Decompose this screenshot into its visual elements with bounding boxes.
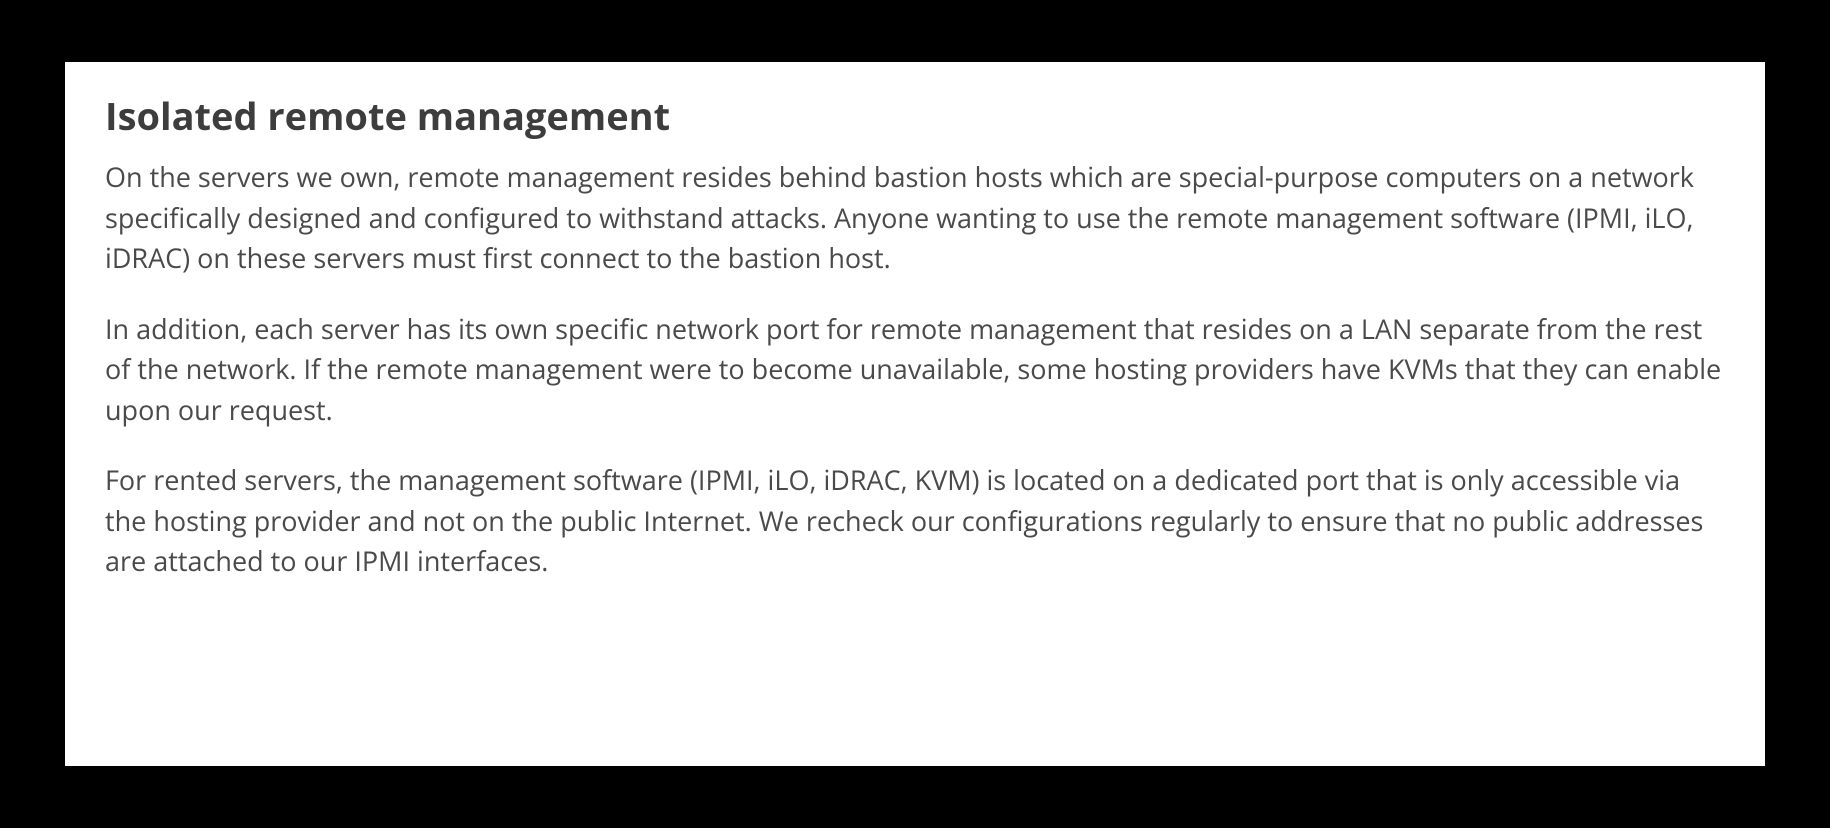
- body-paragraph: For rented servers, the management softw…: [105, 460, 1725, 582]
- body-paragraph: In addition, each server has its own spe…: [105, 309, 1725, 431]
- document-card: Isolated remote management On the server…: [65, 62, 1765, 766]
- section-heading: Isolated remote management: [105, 92, 1725, 141]
- body-paragraph: On the servers we own, remote management…: [105, 157, 1725, 279]
